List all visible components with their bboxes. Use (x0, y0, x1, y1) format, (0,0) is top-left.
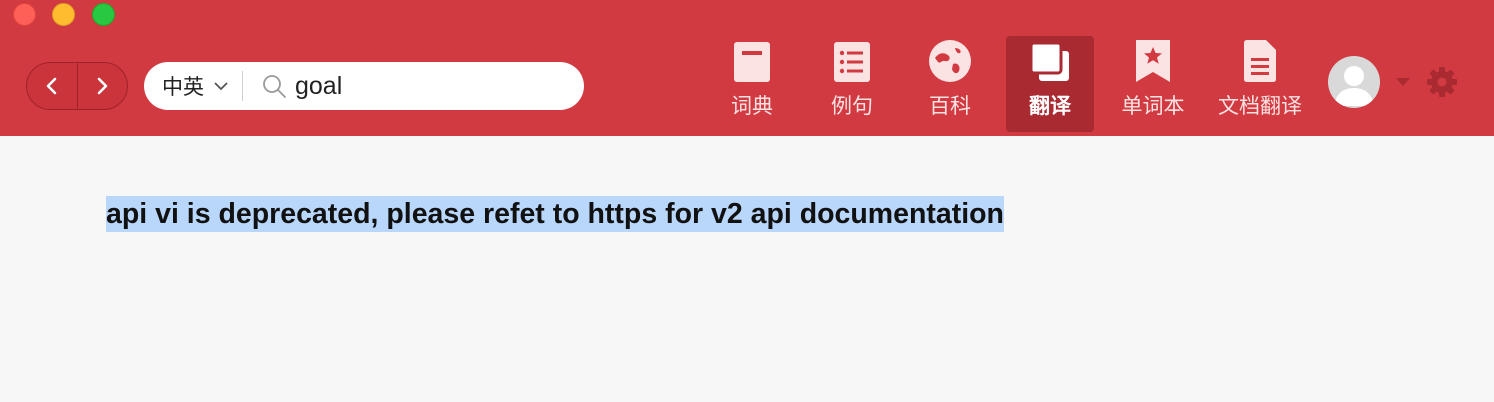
tab-examples[interactable]: 例句 (816, 36, 888, 132)
user-avatar-icon[interactable] (1328, 56, 1380, 108)
chevron-down-icon (214, 82, 228, 91)
wordbook-icon (1136, 40, 1170, 82)
api-deprecation-message: api vi is deprecated, please refet to ht… (106, 196, 1004, 232)
search-input[interactable] (295, 71, 545, 101)
window-close-button[interactable] (13, 3, 36, 26)
window-minimize-button[interactable] (52, 3, 75, 26)
document-icon (1244, 40, 1276, 82)
tab-encyclopedia[interactable]: 百科 (914, 36, 986, 132)
caret-down-icon[interactable] (1396, 78, 1410, 86)
forward-button[interactable] (76, 63, 128, 109)
language-label: 中英 (162, 75, 204, 99)
tab-document-translate-label: 文档翻译 (1218, 94, 1302, 118)
search-icon (263, 75, 286, 98)
tab-dictionary[interactable]: 词典 (716, 36, 788, 132)
search-box: 中英 (144, 62, 584, 110)
chevron-right-icon (97, 77, 108, 95)
back-button[interactable] (27, 63, 77, 109)
language-select[interactable]: 中英 (144, 62, 228, 110)
tab-translate[interactable]: 翻译 (1006, 36, 1094, 132)
list-icon (834, 42, 870, 82)
globe-icon (929, 40, 971, 82)
tab-wordbook[interactable]: 单词本 (1114, 36, 1192, 132)
tab-examples-label: 例句 (831, 94, 873, 118)
tab-encyclopedia-label: 百科 (929, 94, 971, 118)
search-divider (242, 71, 243, 101)
gear-icon[interactable] (1426, 66, 1458, 98)
window-maximize-button[interactable] (92, 3, 115, 26)
chevron-left-icon (46, 77, 57, 95)
dictionary-icon (734, 42, 770, 82)
tab-translate-label: 翻译 (1029, 94, 1071, 118)
tab-document-translate[interactable]: 文档翻译 (1212, 36, 1308, 132)
tab-dictionary-label: 词典 (731, 94, 773, 118)
history-nav (26, 62, 128, 110)
toolbar: 中英 词典 例句 百科 翻译 单词本 (0, 0, 1494, 136)
translate-icon (1030, 42, 1069, 81)
tab-wordbook-label: 单词本 (1121, 94, 1185, 118)
